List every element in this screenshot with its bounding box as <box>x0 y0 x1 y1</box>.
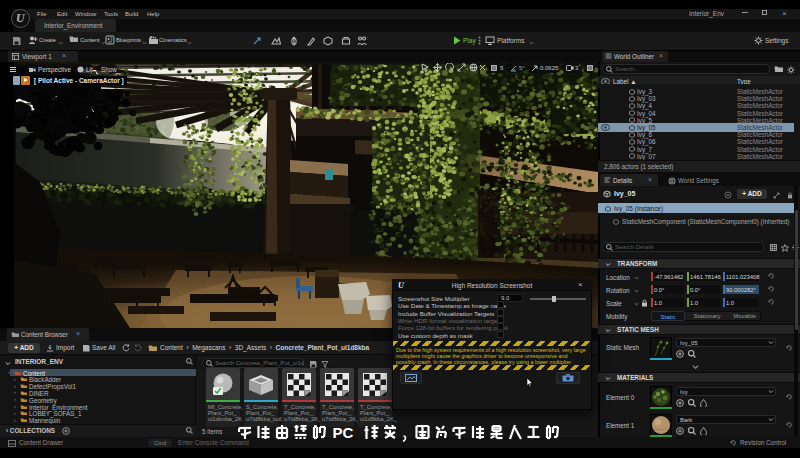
svg-text:PC: PC <box>333 425 354 441</box>
